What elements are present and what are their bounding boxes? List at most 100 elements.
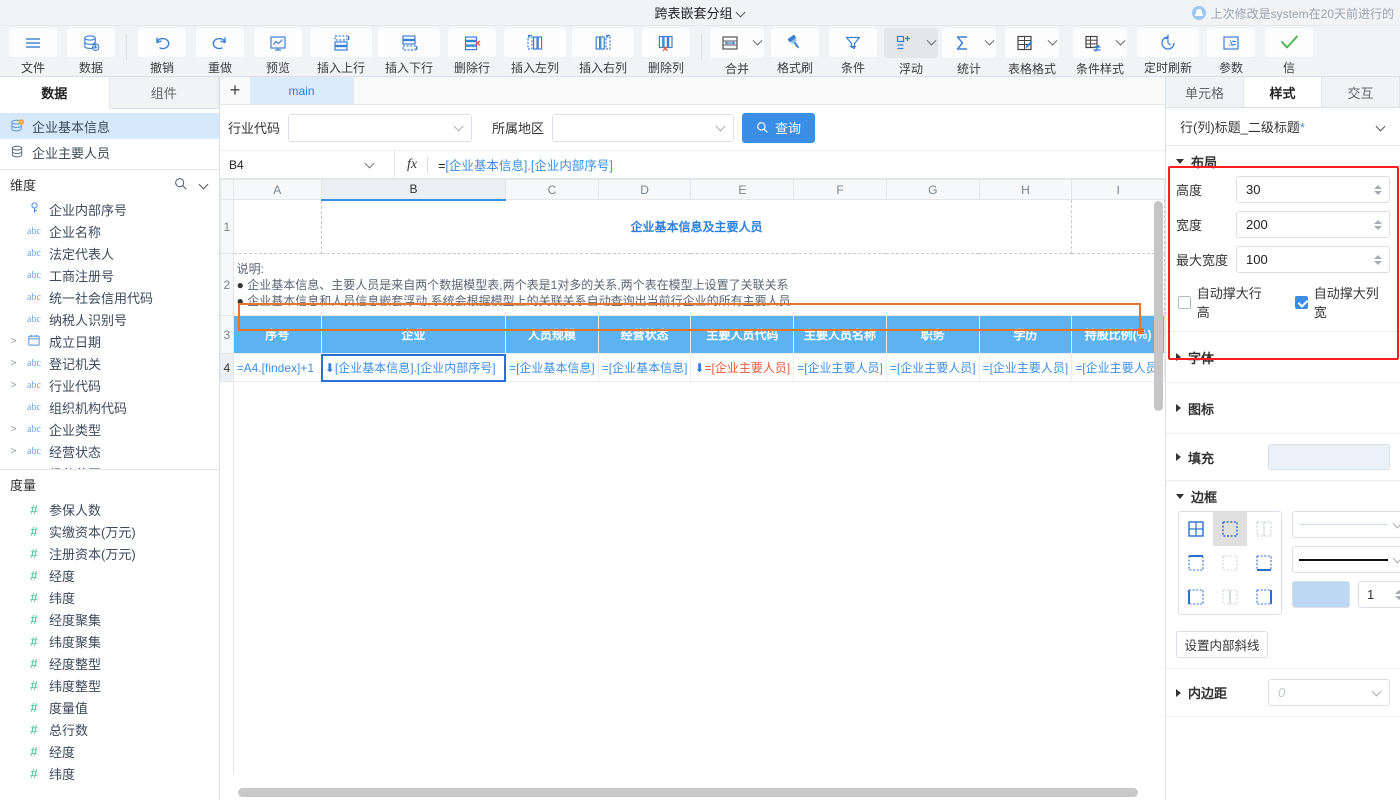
formula-cell[interactable]: =[企业基本信息] bbox=[598, 354, 691, 382]
cell-empty[interactable] bbox=[1072, 410, 1165, 438]
cell-empty[interactable] bbox=[321, 690, 505, 718]
column-header-C[interactable]: C bbox=[506, 180, 599, 200]
cell-empty[interactable] bbox=[233, 550, 321, 578]
cell-empty[interactable] bbox=[794, 550, 887, 578]
cell-empty[interactable] bbox=[886, 550, 979, 578]
dimension-field-item[interactable]: abc组织机构代码 bbox=[0, 396, 219, 418]
cell-empty[interactable] bbox=[233, 578, 321, 606]
cell-empty[interactable] bbox=[979, 410, 1072, 438]
cell-empty[interactable] bbox=[691, 606, 794, 634]
expand-arrow-icon[interactable]: > bbox=[8, 336, 19, 347]
cell-empty[interactable] bbox=[979, 690, 1072, 718]
chevron-down-icon[interactable] bbox=[200, 180, 209, 189]
cell-empty[interactable] bbox=[321, 578, 505, 606]
cell-empty[interactable] bbox=[794, 718, 887, 746]
table-header-cell[interactable]: 职务 bbox=[886, 316, 979, 354]
cell-empty[interactable] bbox=[886, 690, 979, 718]
expand-arrow-icon[interactable]: > bbox=[8, 446, 19, 457]
cell-empty[interactable] bbox=[233, 718, 321, 746]
measure-field-item[interactable]: #注册资本(万元) bbox=[0, 542, 219, 564]
cell-empty[interactable] bbox=[233, 606, 321, 634]
row-header-4[interactable]: 4 bbox=[221, 354, 234, 382]
cell-empty[interactable] bbox=[979, 578, 1072, 606]
cell-empty[interactable] bbox=[233, 746, 321, 774]
cell-empty[interactable] bbox=[1072, 606, 1165, 634]
column-header-B[interactable]: B bbox=[321, 180, 505, 200]
column-header-D[interactable]: D bbox=[598, 180, 691, 200]
cell-empty[interactable] bbox=[886, 746, 979, 774]
dimension-field-item[interactable]: abc工商注册号 bbox=[0, 264, 219, 286]
formula-cell[interactable]: =[企业主要人员] bbox=[886, 354, 979, 382]
chevron-down-icon[interactable] bbox=[1113, 28, 1127, 58]
row-header-2[interactable]: 2 bbox=[221, 254, 234, 316]
height-stepper[interactable] bbox=[1374, 185, 1385, 195]
cell-empty[interactable] bbox=[691, 662, 794, 690]
vertical-scrollbar[interactable] bbox=[1154, 201, 1163, 411]
cell-empty[interactable] bbox=[691, 634, 794, 662]
cell-empty[interactable] bbox=[794, 466, 887, 494]
measure-field-item[interactable]: #纬度 bbox=[0, 762, 219, 784]
ribbon-button-insert-col-left[interactable]: 插入左列 bbox=[501, 26, 569, 76]
cell-empty[interactable] bbox=[886, 718, 979, 746]
border-preset-grid[interactable] bbox=[1178, 511, 1282, 615]
chevron-down-icon[interactable] bbox=[737, 8, 746, 17]
cell-empty[interactable] bbox=[691, 494, 794, 522]
cell-empty[interactable] bbox=[979, 382, 1072, 410]
ribbon-button-delete-row[interactable]: 删除行 bbox=[443, 26, 501, 76]
dimension-field-item[interactable]: >abc企业类型 bbox=[0, 418, 219, 440]
cell-I1[interactable] bbox=[1072, 200, 1165, 254]
ribbon-button-table-format[interactable]: 表格格式 bbox=[998, 26, 1066, 76]
cell-empty[interactable] bbox=[233, 494, 321, 522]
cell-empty[interactable] bbox=[233, 410, 321, 438]
cell-empty[interactable] bbox=[886, 606, 979, 634]
style-preset-selector[interactable]: 行(列)标题_二级标题* bbox=[1166, 108, 1400, 146]
ribbon-button-parameter[interactable]: X参数 bbox=[1202, 26, 1260, 76]
cell-empty[interactable] bbox=[506, 522, 599, 550]
spreadsheet-grid[interactable]: ABCDEFGHI1企业基本信息及主要人员2说明:● 企业基本信息、主要人员是来… bbox=[220, 179, 1165, 800]
cell-empty[interactable] bbox=[506, 382, 599, 410]
cell-empty[interactable] bbox=[691, 410, 794, 438]
search-icon[interactable] bbox=[174, 177, 188, 191]
cell-empty[interactable] bbox=[979, 494, 1072, 522]
cell-empty[interactable] bbox=[321, 550, 505, 578]
cell-empty[interactable] bbox=[506, 466, 599, 494]
cell-empty[interactable] bbox=[794, 494, 887, 522]
cell-empty[interactable] bbox=[321, 606, 505, 634]
cell-empty[interactable] bbox=[691, 578, 794, 606]
formula-cell[interactable]: =[企业主要人员] bbox=[794, 354, 887, 382]
cell-empty[interactable] bbox=[886, 466, 979, 494]
cell-empty[interactable] bbox=[979, 550, 1072, 578]
fill-color-swatch[interactable] bbox=[1268, 444, 1390, 470]
border-line-style-select-1[interactable] bbox=[1292, 511, 1400, 538]
cell-empty[interactable] bbox=[598, 438, 691, 466]
cell-empty[interactable] bbox=[886, 494, 979, 522]
cell-empty[interactable] bbox=[979, 662, 1072, 690]
dimension-field-item[interactable]: abc统一社会信用代码 bbox=[0, 286, 219, 308]
section-layout-header[interactable]: 布局 bbox=[1166, 146, 1400, 176]
cell-empty[interactable] bbox=[506, 690, 599, 718]
border-bottom-icon[interactable] bbox=[1247, 546, 1281, 580]
cell-empty[interactable] bbox=[691, 690, 794, 718]
cell-empty[interactable] bbox=[691, 466, 794, 494]
row-header-1[interactable]: 1 bbox=[221, 200, 234, 254]
checkbox-auto-row-height[interactable]: 自动撑大行高 bbox=[1178, 283, 1273, 321]
max-width-input[interactable]: 100 bbox=[1236, 246, 1390, 273]
cell-empty[interactable] bbox=[1072, 634, 1165, 662]
cell-empty[interactable] bbox=[506, 634, 599, 662]
formula-cell[interactable]: ⬇[企业基本信息].[企业内部序号] bbox=[321, 354, 505, 382]
ribbon-button-float[interactable]: 浮动 bbox=[882, 26, 940, 76]
cell-empty[interactable] bbox=[598, 522, 691, 550]
measure-field-item[interactable]: #纬度整型 bbox=[0, 674, 219, 696]
add-sheet-button[interactable]: + bbox=[220, 77, 250, 104]
cell-empty[interactable] bbox=[794, 690, 887, 718]
measure-field-item[interactable]: #经度聚集 bbox=[0, 608, 219, 630]
measure-field-item[interactable]: #纬度聚集 bbox=[0, 630, 219, 652]
cell-empty[interactable] bbox=[979, 522, 1072, 550]
cell-empty[interactable] bbox=[506, 606, 599, 634]
expand-arrow-icon[interactable]: > bbox=[8, 380, 19, 391]
ribbon-button-preview[interactable]: 预览 bbox=[249, 26, 307, 76]
measure-field-item[interactable]: #经度 bbox=[0, 564, 219, 586]
cell-empty[interactable] bbox=[691, 718, 794, 746]
ribbon-button-insert-col-right[interactable]: 插入右列 bbox=[569, 26, 637, 76]
dimension-field-item[interactable]: abc法定代表人 bbox=[0, 242, 219, 264]
